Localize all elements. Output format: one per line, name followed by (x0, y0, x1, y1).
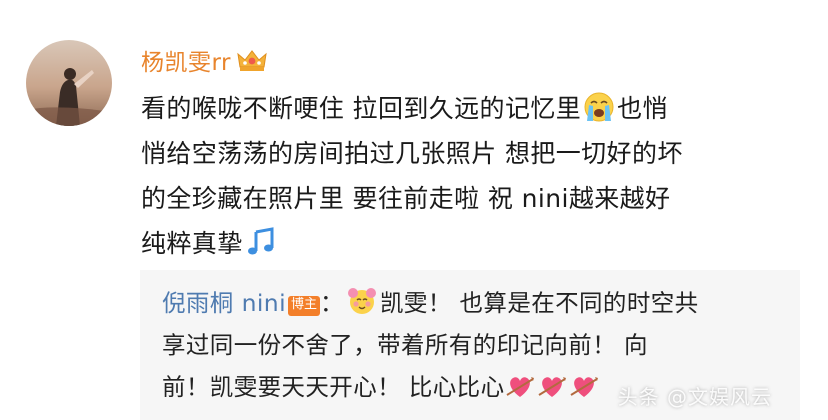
heart-arrow-icon (569, 371, 599, 401)
crown-icon (237, 48, 267, 72)
reply-author-name[interactable]: 倪雨桐 nini (162, 289, 286, 317)
avatar-photo (26, 40, 112, 126)
heart-arrow-icon (537, 371, 567, 401)
watermark: 头条 @文娱风云 (617, 385, 772, 409)
post-line-4: 纯粹真挚 (141, 229, 243, 258)
crying-face-icon (583, 91, 615, 123)
post-line-2: 悄给空荡荡的房间拍过几张照片 想把一切好的坏 (141, 139, 683, 168)
music-notes-icon (245, 226, 277, 258)
post-line-1: 看的喉咙不断哽住 拉回到久远的记忆里 (141, 94, 582, 123)
username[interactable]: 杨凯雯rr (141, 43, 231, 77)
blogger-badge: 博主 (288, 296, 321, 316)
post-line-1-tail: 也悄 (617, 94, 668, 123)
post-content: 看的喉咙不断哽住 拉回到久远的记忆里 也悄 悄给空荡荡的房间拍过几张照片 想把一… (141, 86, 809, 266)
avatar[interactable] (26, 40, 112, 126)
reply-line-1: 凯雯！ 也算是在不同的时空共 (379, 289, 699, 317)
reply-line-3: 前！凯雯要天天开心！ 比心比心 (162, 373, 505, 401)
reply-box: 倪雨桐 nini 博主： 凯雯！ 也算是在不同的时空共 享过同一份不舍了，带着所有… (140, 270, 800, 420)
reply-line-2: 享过同一份不舍了，带着所有的印记向前！ 向 (162, 331, 648, 359)
reply-colon: ： (320, 289, 344, 317)
flower-face-icon (346, 285, 378, 317)
heart-arrow-icon (505, 371, 535, 401)
post-line-3: 的全珍藏在照片里 要往前走啦 祝 nini越来越好 (141, 184, 671, 213)
